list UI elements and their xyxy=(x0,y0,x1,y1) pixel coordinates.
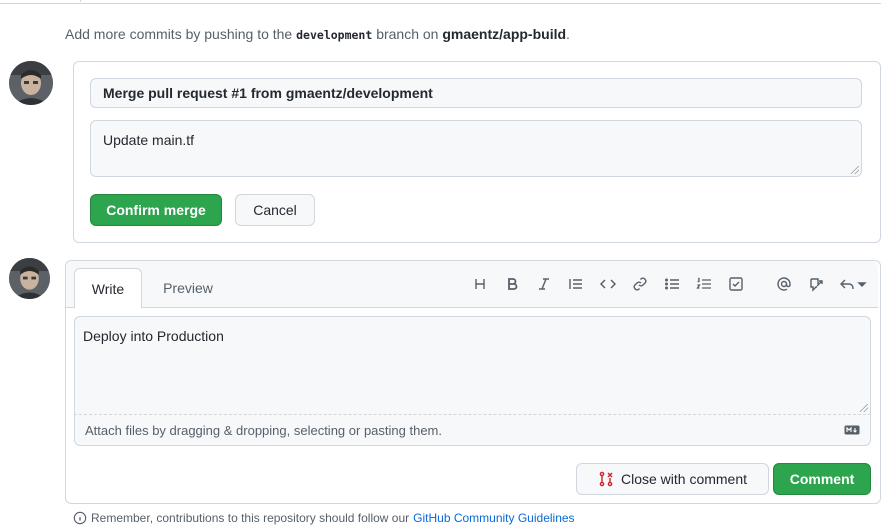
community-guidelines-link[interactable]: GitHub Community Guidelines xyxy=(413,511,574,525)
hint-prefix: Add more commits by pushing to the xyxy=(65,26,293,42)
cross-reference-icon[interactable] xyxy=(806,274,826,294)
comment-text: Deploy into Production xyxy=(83,328,224,344)
attach-files-text: Attach files by dragging & dropping, sel… xyxy=(85,423,442,438)
italic-icon[interactable] xyxy=(534,274,554,294)
comment-textarea[interactable]: Deploy into Production xyxy=(74,316,871,415)
hint-middle: branch on xyxy=(376,26,439,42)
resize-handle[interactable] xyxy=(851,166,859,174)
attach-files-bar[interactable]: Attach files by dragging & dropping, sel… xyxy=(74,415,871,446)
merge-description-textarea[interactable]: Update main.tf xyxy=(90,120,862,177)
reminder-text: Remember, contributions to this reposito… xyxy=(91,511,410,525)
info-icon xyxy=(73,511,87,525)
quote-icon[interactable] xyxy=(566,274,586,294)
branch-name: development xyxy=(296,28,373,42)
cancel-button[interactable]: Cancel xyxy=(235,194,315,226)
merge-title-input[interactable]: Merge pull request #1 from gmaentz/devel… xyxy=(90,78,862,108)
avatar[interactable] xyxy=(9,258,50,299)
repo-name: gmaentz/app-build xyxy=(442,26,567,42)
confirm-merge-button[interactable]: Confirm merge xyxy=(90,194,222,226)
timeline-divider xyxy=(0,0,881,4)
heading-icon[interactable] xyxy=(470,274,490,294)
ordered-list-icon[interactable] xyxy=(694,274,714,294)
markdown-icon[interactable] xyxy=(844,425,860,435)
merge-description-text: Update main.tf xyxy=(103,132,195,148)
push-commits-hint: Add more commits by pushing to the devel… xyxy=(65,26,570,42)
task-list-icon[interactable] xyxy=(726,274,746,294)
close-with-comment-label: Close with comment xyxy=(620,471,748,487)
pull-request-closed-icon xyxy=(599,471,613,487)
mention-icon[interactable] xyxy=(774,274,794,294)
unordered-list-icon[interactable] xyxy=(662,274,682,294)
tab-preview[interactable]: Preview xyxy=(150,268,226,308)
bold-icon[interactable] xyxy=(502,274,522,294)
avatar[interactable] xyxy=(9,61,53,105)
tab-write[interactable]: Write xyxy=(74,268,142,308)
resize-handle[interactable] xyxy=(860,404,868,412)
comment-button[interactable]: Comment xyxy=(773,463,871,495)
link-icon[interactable] xyxy=(630,274,650,294)
reply-icon[interactable] xyxy=(838,274,868,294)
close-with-comment-button[interactable]: Close with comment xyxy=(576,463,769,495)
code-icon[interactable] xyxy=(598,274,618,294)
contribution-reminder: Remember, contributions to this reposito… xyxy=(73,511,575,525)
